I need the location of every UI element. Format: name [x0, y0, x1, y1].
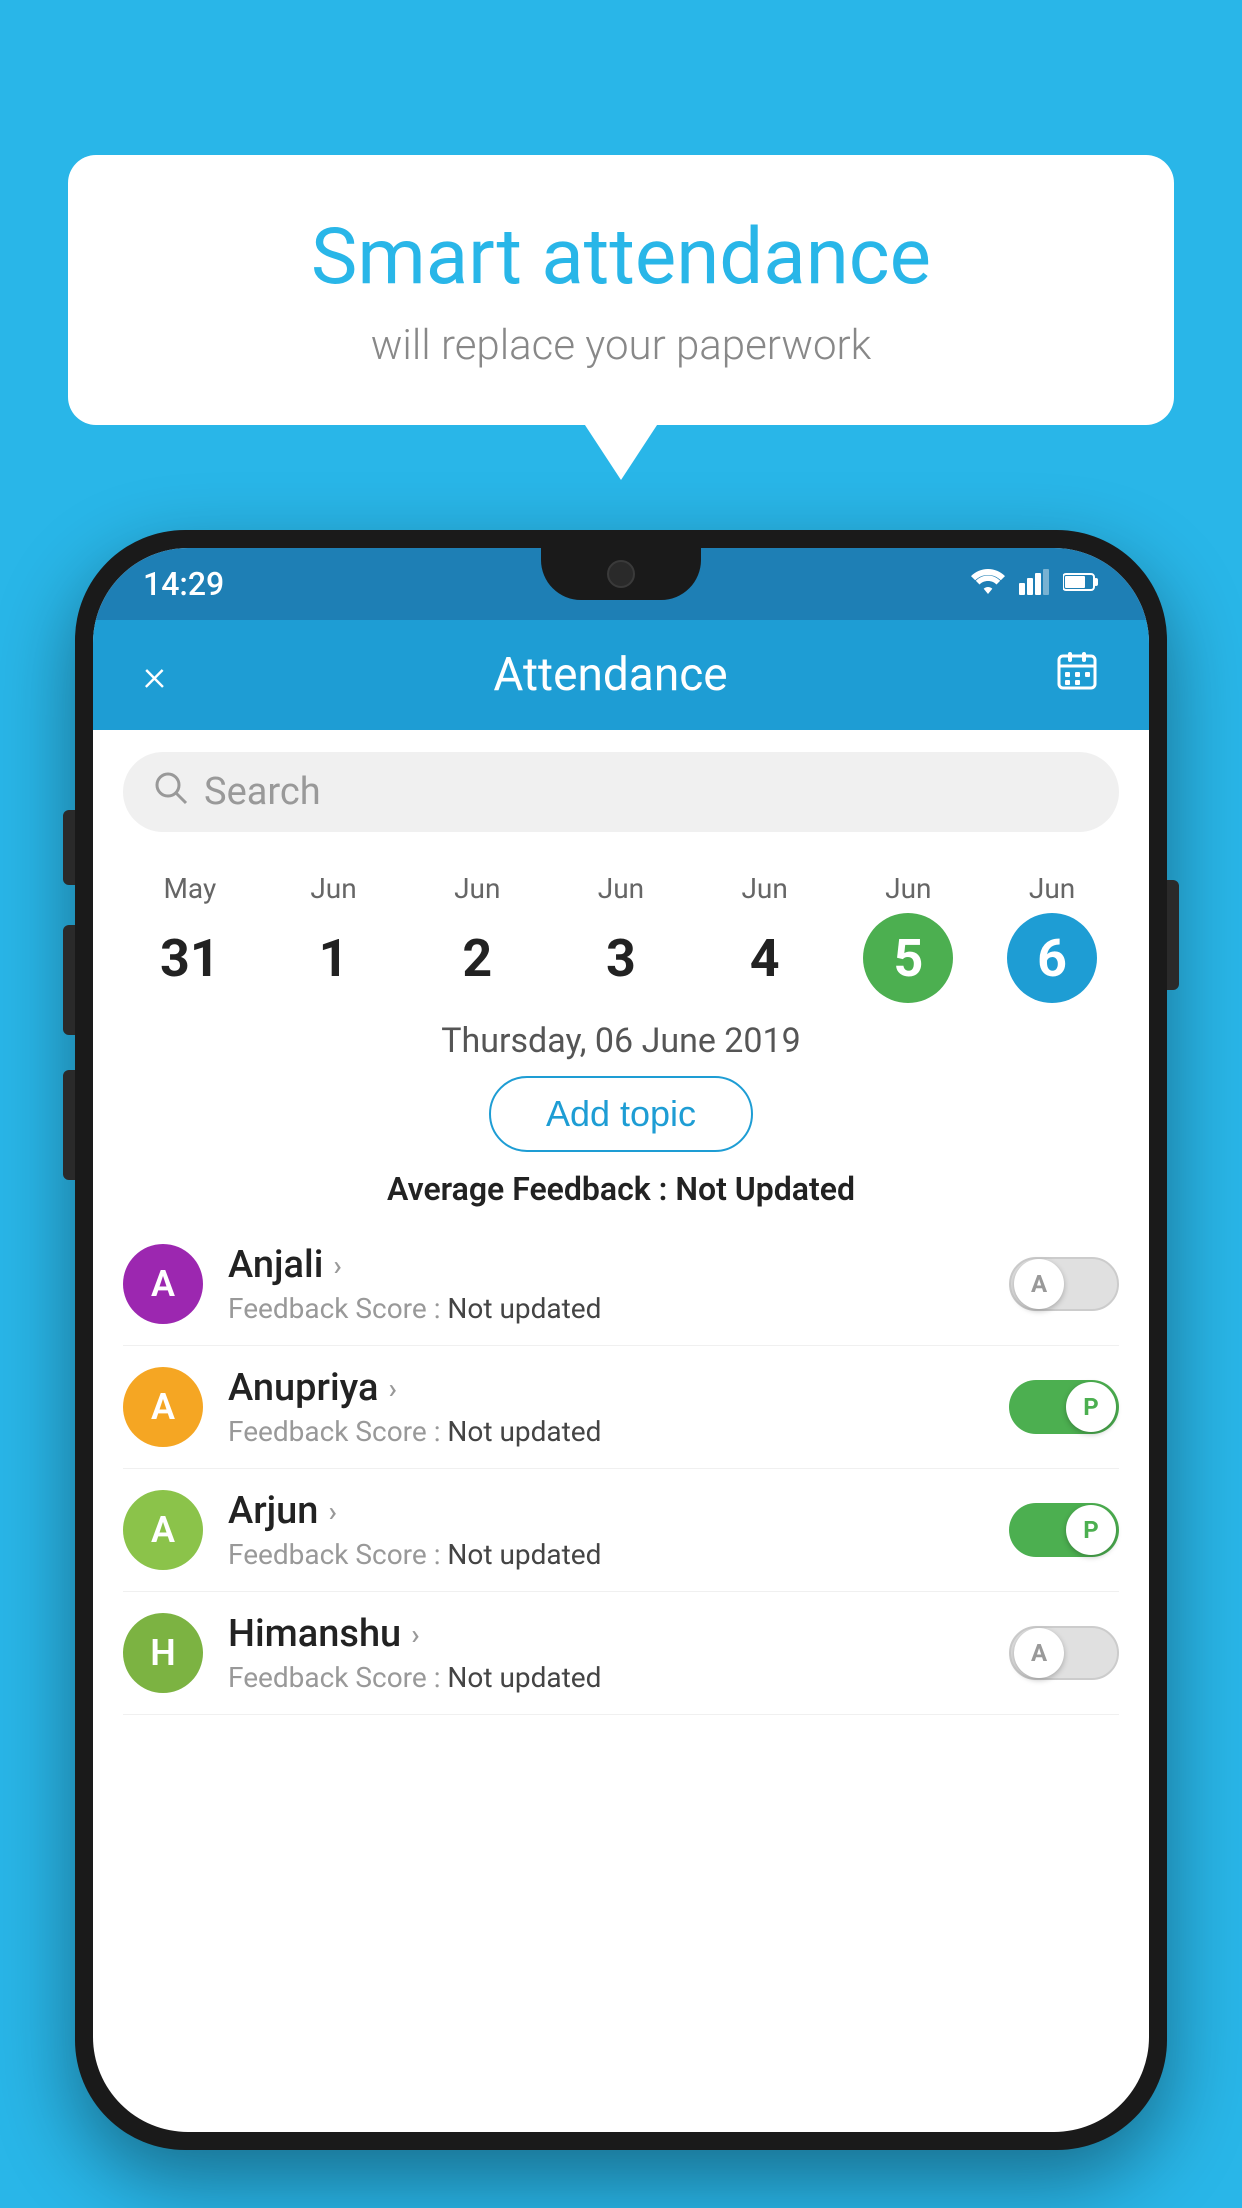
close-button[interactable]: ×: [143, 649, 166, 701]
student-info: Arjun › Feedback Score : Not updated: [228, 1489, 1009, 1571]
speech-bubble-subtitle: will replace your paperwork: [148, 321, 1094, 370]
student-item[interactable]: AAnjali ›Feedback Score : Not updatedA: [123, 1223, 1119, 1346]
student-avatar: H: [123, 1613, 203, 1693]
calendar-icon[interactable]: [1055, 648, 1099, 702]
app-header: × Attendance: [93, 620, 1149, 730]
cal-day-number: 1: [289, 913, 379, 1003]
calendar-day[interactable]: Jun 1: [289, 872, 379, 1003]
feedback-value: Not updated: [447, 1415, 601, 1448]
student-feedback: Feedback Score : Not updated: [228, 1661, 1009, 1694]
volume-down-button: [63, 1070, 75, 1180]
attendance-toggle[interactable]: P: [1009, 1503, 1119, 1557]
attendance-toggle[interactable]: P: [1009, 1380, 1119, 1434]
feedback-value: Not updated: [447, 1661, 601, 1694]
student-info: Anupriya › Feedback Score : Not updated: [228, 1366, 1009, 1448]
chevron-icon: ›: [333, 1249, 341, 1282]
chevron-icon: ›: [411, 1618, 419, 1651]
student-item[interactable]: H Himanshu › Feedback Score : Not updatedA: [123, 1592, 1119, 1715]
feedback-value: Not updated: [447, 1538, 601, 1571]
signal-icon: [1019, 569, 1049, 599]
toggle-switch[interactable]: A: [1009, 1257, 1119, 1311]
attendance-toggle[interactable]: A: [1009, 1626, 1119, 1680]
student-info: Himanshu › Feedback Score : Not updated: [228, 1612, 1009, 1694]
phone-screen: 14:29: [93, 548, 1149, 2132]
toggle-switch[interactable]: A: [1009, 1626, 1119, 1680]
toggle-switch[interactable]: P: [1009, 1503, 1119, 1557]
cal-month-label: May: [163, 872, 216, 905]
student-item[interactable]: A Anupriya › Feedback Score : Not updated P: [123, 1346, 1119, 1469]
status-icons: [971, 569, 1099, 599]
student-list: AAnjali ›Feedback Score : Not updatedAAA…: [93, 1223, 1149, 1715]
volume-silent-button: [63, 810, 75, 885]
search-bar[interactable]: Search: [123, 752, 1119, 832]
cal-day-number: 31: [145, 913, 235, 1003]
toggle-switch[interactable]: P: [1009, 1380, 1119, 1434]
phone-outer: 14:29: [75, 530, 1167, 2150]
student-feedback: Feedback Score : Not updated: [228, 1538, 1009, 1571]
cal-day-number: 4: [720, 913, 810, 1003]
cal-month-label: Jun: [885, 872, 931, 905]
header-title: Attendance: [493, 648, 727, 702]
student-name: Anupriya ›: [228, 1366, 1009, 1410]
volume-up-button: [63, 925, 75, 1035]
battery-icon: [1063, 572, 1099, 596]
calendar-day[interactable]: Jun 6: [1007, 872, 1097, 1003]
student-feedback: Feedback Score : Not updated: [228, 1415, 1009, 1448]
calendar-day[interactable]: Jun 2: [432, 872, 522, 1003]
speech-bubble-title: Smart attendance: [148, 215, 1094, 301]
student-avatar: A: [123, 1367, 203, 1447]
student-info: Anjali › Feedback Score : Not updated: [228, 1243, 1009, 1325]
wifi-icon: [971, 569, 1005, 599]
toggle-knob: A: [1014, 1628, 1064, 1678]
add-topic-button[interactable]: Add topic: [489, 1076, 753, 1152]
cal-day-number: 3: [576, 913, 666, 1003]
speech-bubble: Smart attendance will replace your paper…: [68, 155, 1174, 425]
status-time: 14:29: [143, 565, 224, 603]
calendar-day[interactable]: May 31: [145, 872, 235, 1003]
average-feedback: Average Feedback : Not Updated: [93, 1170, 1149, 1208]
student-avatar: A: [123, 1490, 203, 1570]
student-name: Arjun ›: [228, 1489, 1009, 1533]
phone-notch: [541, 548, 701, 600]
student-avatar: A: [123, 1244, 203, 1324]
toggle-knob: A: [1014, 1259, 1064, 1309]
speech-bubble-container: Smart attendance will replace your paper…: [68, 155, 1174, 425]
attendance-toggle[interactable]: A: [1009, 1257, 1119, 1311]
cal-month-label: Jun: [310, 872, 356, 905]
toggle-knob: P: [1066, 1505, 1116, 1555]
student-name: Himanshu ›: [228, 1612, 1009, 1656]
cal-day-number: 6: [1007, 913, 1097, 1003]
date-label: Thursday, 06 June 2019: [93, 1021, 1149, 1061]
avg-feedback-label: Average Feedback :: [387, 1170, 675, 1208]
avg-feedback-value: Not Updated: [675, 1170, 855, 1208]
search-placeholder: Search: [204, 770, 321, 814]
cal-day-number: 2: [432, 913, 522, 1003]
cal-month-label: Jun: [1029, 872, 1075, 905]
calendar-day[interactable]: Jun 5: [863, 872, 953, 1003]
front-camera: [607, 560, 635, 588]
cal-month-label: Jun: [741, 872, 787, 905]
calendar-row: May 31 Jun 1 Jun 2 Jun 3 Jun 4 Jun 5 Jun 6: [93, 854, 1149, 1003]
student-feedback: Feedback Score : Not updated: [228, 1292, 1009, 1325]
student-item[interactable]: A Arjun › Feedback Score : Not updated P: [123, 1469, 1119, 1592]
power-button: [1167, 880, 1179, 990]
calendar-day[interactable]: Jun 3: [576, 872, 666, 1003]
toggle-knob: P: [1066, 1382, 1116, 1432]
chevron-icon: ›: [388, 1372, 396, 1405]
phone-container: 14:29: [75, 530, 1167, 2208]
chevron-icon: ›: [328, 1495, 336, 1528]
search-icon: [153, 770, 189, 815]
cal-month-label: Jun: [598, 872, 644, 905]
calendar-day[interactable]: Jun 4: [720, 872, 810, 1003]
cal-day-number: 5: [863, 913, 953, 1003]
feedback-value: Not updated: [447, 1292, 601, 1325]
student-name: Anjali ›: [228, 1243, 1009, 1287]
cal-month-label: Jun: [454, 872, 500, 905]
